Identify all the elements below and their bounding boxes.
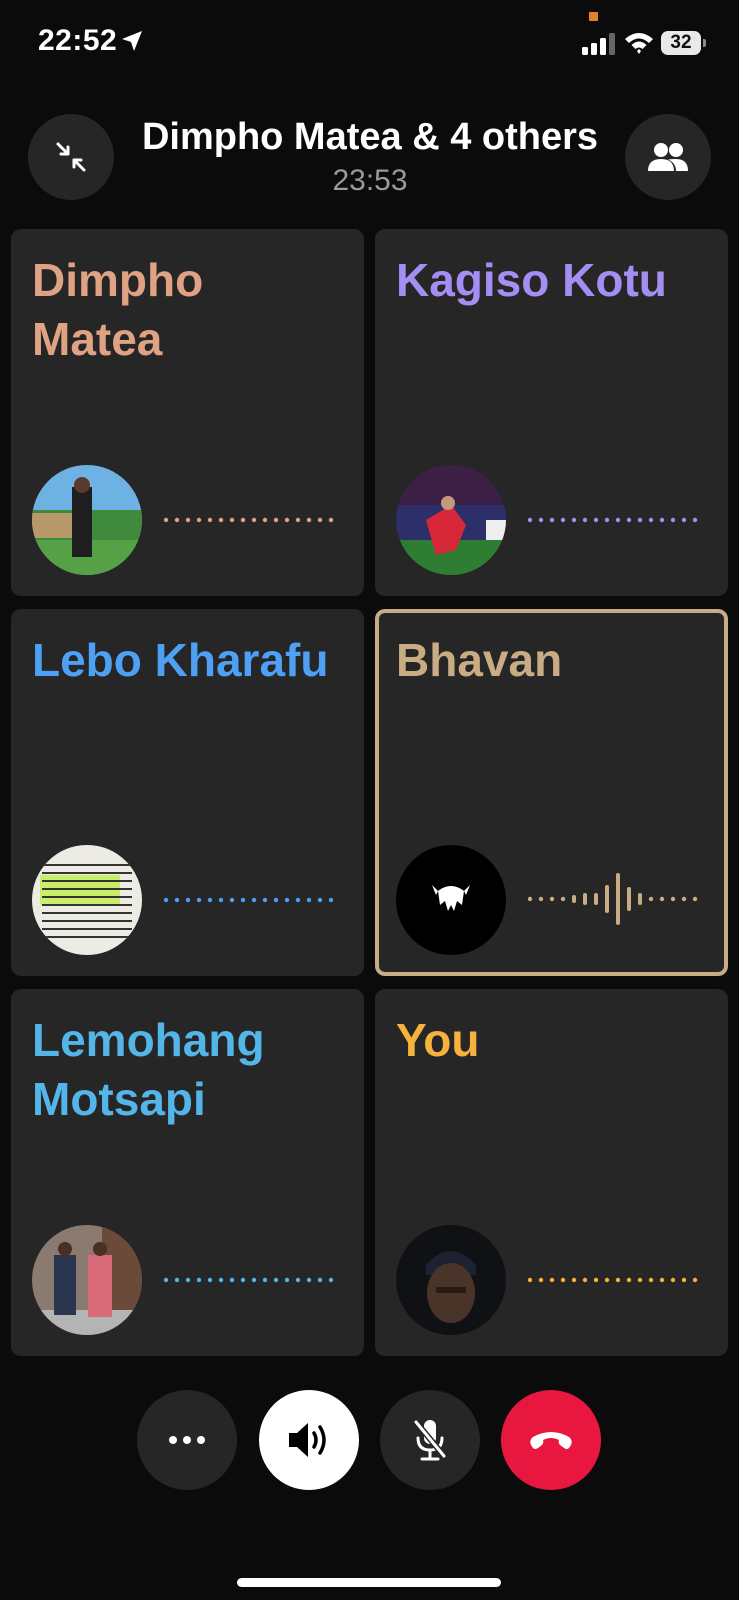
signal-icon xyxy=(582,33,615,55)
mic-muted-icon xyxy=(413,1420,447,1461)
participant-tile-dimpho-matea[interactable]: Dimpho Matea xyxy=(11,229,364,596)
participant-name: You xyxy=(396,1014,480,1066)
participant-tile-kagiso-kotu[interactable]: Kagiso Kotu xyxy=(375,229,728,596)
audio-level-indicator xyxy=(527,517,698,523)
minimize-button[interactable] xyxy=(28,114,114,200)
participant-name: Lemohang Motsapi xyxy=(32,1014,265,1125)
speaker-button[interactable] xyxy=(259,1390,359,1490)
participant-name: Dimpho Matea xyxy=(32,254,204,365)
participant-tile-you[interactable]: You xyxy=(375,989,728,1356)
participant-tile-lemohang-motsapi[interactable]: Lemohang Motsapi xyxy=(11,989,364,1356)
avatar xyxy=(396,465,506,575)
end-call-icon xyxy=(530,1432,572,1449)
participant-tile-lebo-kharafu[interactable]: Lebo Kharafu xyxy=(11,609,364,976)
more-icon xyxy=(169,1436,205,1444)
mute-button[interactable] xyxy=(380,1390,480,1490)
status-time: 22:52 xyxy=(38,24,118,57)
audio-level-indicator xyxy=(527,873,698,925)
participant-name: Kagiso Kotu xyxy=(396,254,667,306)
audio-level-indicator xyxy=(163,517,334,523)
privacy-indicator-dot xyxy=(589,12,598,21)
call-screen: 22:52 32 Dimpho Matea & 4 others 23:53 D… xyxy=(0,0,739,1600)
participant-name: Lebo Kharafu xyxy=(32,634,329,686)
audio-level-indicator xyxy=(163,1277,334,1283)
battery-level: 32 xyxy=(661,31,701,55)
participants-icon xyxy=(648,143,688,171)
participant-tile-bhavan[interactable]: Bhavan xyxy=(375,609,728,976)
wifi-icon xyxy=(625,33,653,54)
audio-level-indicator xyxy=(527,1277,698,1283)
home-indicator[interactable] xyxy=(237,1578,501,1587)
speaker-icon xyxy=(289,1423,326,1457)
avatar xyxy=(396,845,506,955)
avatar xyxy=(32,1225,142,1335)
battery-icon: 32 xyxy=(661,31,706,55)
call-timer: 23:53 xyxy=(332,164,408,197)
avatar xyxy=(396,1225,506,1335)
avatar xyxy=(32,465,142,575)
call-title: Dimpho Matea & 4 others xyxy=(141,116,599,158)
participants-button[interactable] xyxy=(625,114,711,200)
end-call-button[interactable] xyxy=(501,1390,601,1490)
status-bar: 22:52 32 xyxy=(0,0,739,90)
minimize-icon xyxy=(56,142,86,172)
participant-name: Bhavan xyxy=(396,634,563,686)
audio-level-indicator xyxy=(163,897,334,903)
avatar xyxy=(32,845,142,955)
location-arrow-icon xyxy=(122,31,142,51)
more-options-button[interactable] xyxy=(137,1390,237,1490)
